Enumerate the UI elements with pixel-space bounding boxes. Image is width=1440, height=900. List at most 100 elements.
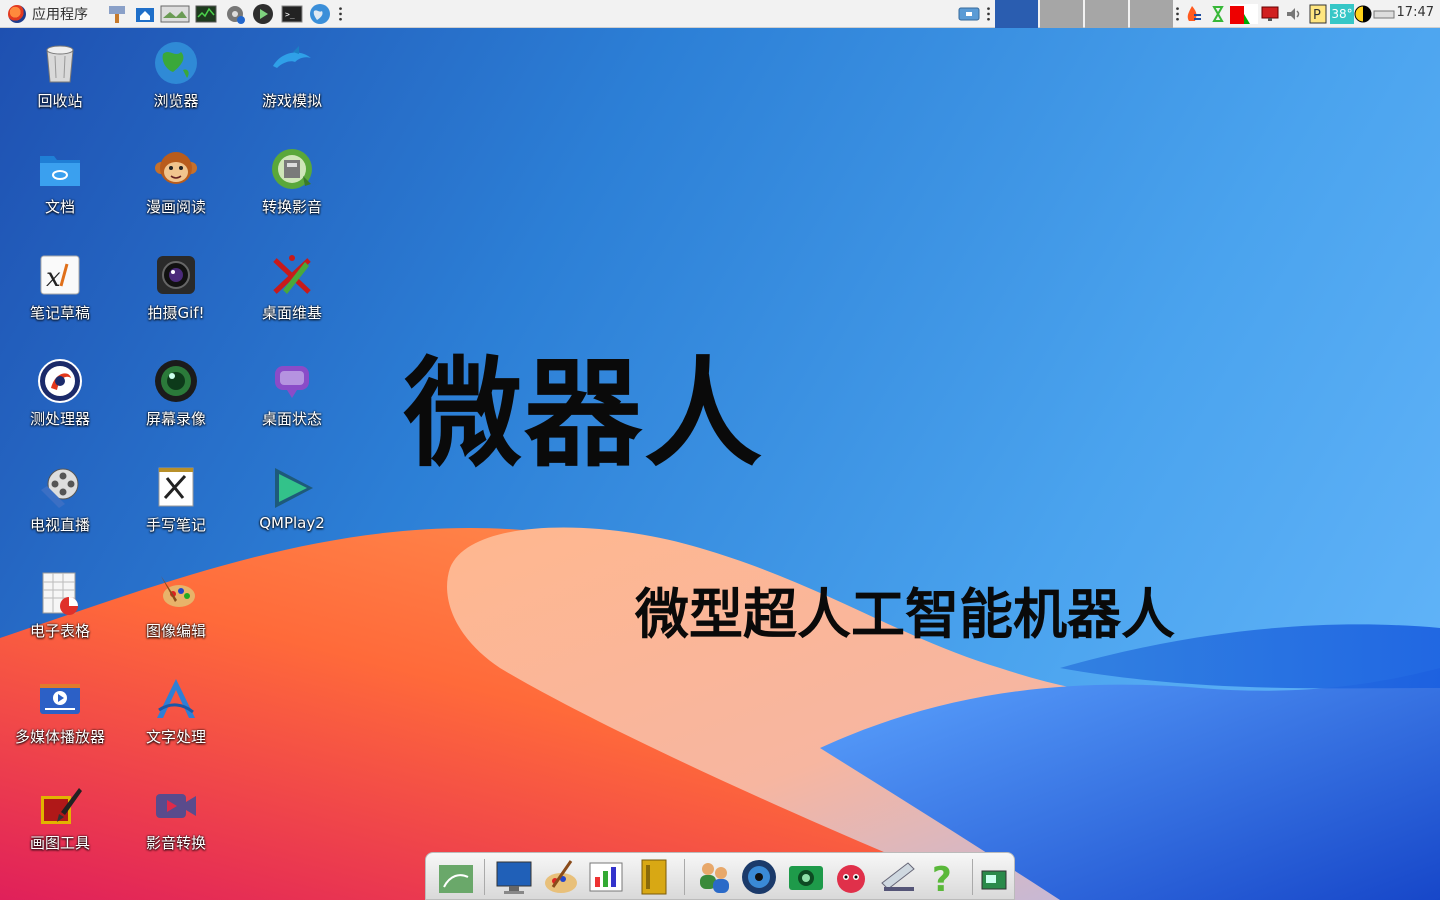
dock: ? xyxy=(425,852,1015,900)
home-folder-icon[interactable] xyxy=(134,3,156,25)
workspace-2-button[interactable] xyxy=(1040,0,1083,28)
download-status-icon[interactable] xyxy=(1208,4,1228,24)
palette-icon xyxy=(161,576,195,607)
desktop-icon-game-emulator[interactable]: 游戏模拟 xyxy=(234,30,350,111)
users-icon[interactable] xyxy=(694,857,734,897)
desktop-icon-tv-live[interactable]: 电视直播 xyxy=(2,454,118,535)
workspace-4-button[interactable] xyxy=(1130,0,1173,28)
screenshot-icon[interactable] xyxy=(978,857,1010,897)
volume-icon[interactable] xyxy=(1284,4,1304,24)
desktop-icon-spreadsheet[interactable]: 电子表格 xyxy=(2,560,118,641)
help-icon[interactable]: ? xyxy=(924,857,964,897)
panel-separator xyxy=(987,6,990,22)
workspace-3-button[interactable] xyxy=(1085,0,1128,28)
desktop-icon-label: 画图工具 xyxy=(29,834,90,852)
spreadsheet-icon xyxy=(42,572,78,615)
desktop-subtitle: 微型超人工智能机器人 xyxy=(635,583,1175,646)
system-monitor-icon[interactable] xyxy=(195,3,217,25)
desktop-title: 微器人 xyxy=(404,345,765,483)
desktop-icon-label: 转换影音 xyxy=(261,198,322,216)
globe-icon xyxy=(155,42,197,84)
disc-icon[interactable] xyxy=(739,857,779,897)
film-reel-icon xyxy=(41,468,79,508)
desktop-icon-image-editor[interactable]: 图像编辑 xyxy=(118,560,234,641)
desktop-icon-screen-recorder[interactable]: 屏幕录像 xyxy=(118,348,234,429)
panel-separator xyxy=(1176,6,1179,22)
desktop-icon-label: QMPlay2 xyxy=(259,514,325,532)
desktop-icon-gif-capture[interactable]: 拍摄Gif! xyxy=(118,242,234,323)
network-tool-icon[interactable] xyxy=(224,3,246,25)
terminal-icon[interactable]: >_ xyxy=(281,3,303,25)
xournal-icon: x xyxy=(40,255,80,295)
paint-brush-icon[interactable] xyxy=(541,857,581,897)
temperature-indicator[interactable]: 38° xyxy=(1330,4,1354,24)
paint-icon xyxy=(41,788,82,824)
desktop-icon-label: 漫画阅读 xyxy=(145,198,206,216)
desktop-icon-browser[interactable]: 浏览器 xyxy=(118,30,234,111)
desktop-icon-cpu-tester[interactable]: 测处理器 xyxy=(2,348,118,429)
distro-logo-icon xyxy=(8,5,26,23)
desktop-icon-word-processor[interactable]: 文字处理 xyxy=(118,666,234,747)
dock-separator xyxy=(684,859,685,895)
clock[interactable]: 17:47 xyxy=(1397,5,1434,20)
desktop-icon-label: 浏览器 xyxy=(153,92,199,110)
desktop-icon-media-player[interactable]: 多媒体播放器 xyxy=(2,666,118,747)
desktop-icon-desktop-status[interactable]: 桌面状态 xyxy=(234,348,350,429)
folder-icon xyxy=(40,156,80,186)
dock-separator xyxy=(484,859,485,895)
desktop-icon-documents[interactable]: 文档 xyxy=(2,136,118,217)
applications-menu[interactable]: 应用程序 xyxy=(8,3,88,25)
chart-icon[interactable] xyxy=(586,857,626,897)
svg-text:x: x xyxy=(46,263,61,293)
keyboard-icon[interactable] xyxy=(1373,4,1395,24)
flame-status-icon[interactable] xyxy=(1182,4,1202,24)
desktop-icon-notes-draft[interactable]: x 笔记草稿 xyxy=(2,242,118,323)
desktop-icon-label: 文档 xyxy=(44,198,75,216)
desktop-icon-paint-tool[interactable]: 画图工具 xyxy=(2,772,118,853)
desktop-icon-label: 电子表格 xyxy=(29,622,90,640)
notebook-icon[interactable] xyxy=(634,857,674,897)
video-player-icon xyxy=(40,684,80,714)
globe-icon[interactable] xyxy=(309,3,331,25)
photo-camera-icon[interactable] xyxy=(786,857,826,897)
desktop-icon-label: 屏幕录像 xyxy=(145,410,206,428)
cpu-graph-icon[interactable] xyxy=(1230,4,1258,24)
trash-icon xyxy=(46,45,74,83)
brightness-icon[interactable] xyxy=(1353,4,1373,24)
lens-icon xyxy=(155,360,197,402)
parking-status-icon[interactable]: P xyxy=(1308,4,1328,24)
svg-text:?: ? xyxy=(932,860,952,897)
svg-text:>_: >_ xyxy=(285,10,295,19)
desktop-icon-label: 电视直播 xyxy=(29,516,90,534)
desktop-icon-video-converter[interactable]: 影音转换 xyxy=(118,772,234,853)
scanner-icon[interactable] xyxy=(878,857,918,897)
tools-icon xyxy=(273,255,311,294)
desktop-icon-handwriting-notes[interactable]: 手写笔记 xyxy=(118,454,234,535)
desktop-preview-icon[interactable] xyxy=(958,3,980,25)
desktop-icon-comic-reader[interactable]: 漫画阅读 xyxy=(118,136,234,217)
eraser-tool-icon[interactable] xyxy=(106,3,128,25)
word-processor-icon xyxy=(157,679,195,718)
desktop-icon-desktop-wiki[interactable]: 桌面维基 xyxy=(234,242,350,323)
dock-separator xyxy=(972,859,973,895)
video-camera-icon xyxy=(156,794,196,818)
desktop-icon-qmplay2[interactable]: QMPlay2 xyxy=(234,454,350,532)
desktop-icon-label: 笔记草稿 xyxy=(29,304,90,322)
image-viewer-icon[interactable] xyxy=(160,3,190,25)
desktop-icon-label: 影音转换 xyxy=(145,834,206,852)
media-player-icon[interactable] xyxy=(252,3,274,25)
svg-text:P: P xyxy=(1313,8,1321,23)
file-manager-icon[interactable] xyxy=(436,857,476,897)
mascot-icon[interactable] xyxy=(831,857,871,897)
desktop-icon-label: 游戏模拟 xyxy=(261,92,322,110)
desktop-icon-trash[interactable]: 回收站 xyxy=(2,30,118,111)
desktop-icon-label: 手写笔记 xyxy=(145,516,206,534)
top-panel: 应用程序 >_ P 38° 17:47 xyxy=(0,0,1440,28)
monitor-icon[interactable] xyxy=(494,857,534,897)
desktop-icon-label: 测处理器 xyxy=(29,410,90,428)
network-monitor-icon[interactable] xyxy=(1260,4,1280,24)
workspace-1-button[interactable] xyxy=(995,0,1038,28)
desktop-icon-media-convert[interactable]: 转换影音 xyxy=(234,136,350,217)
desktop-icon-label: 桌面状态 xyxy=(261,410,322,428)
play-triangle-icon xyxy=(275,468,313,508)
